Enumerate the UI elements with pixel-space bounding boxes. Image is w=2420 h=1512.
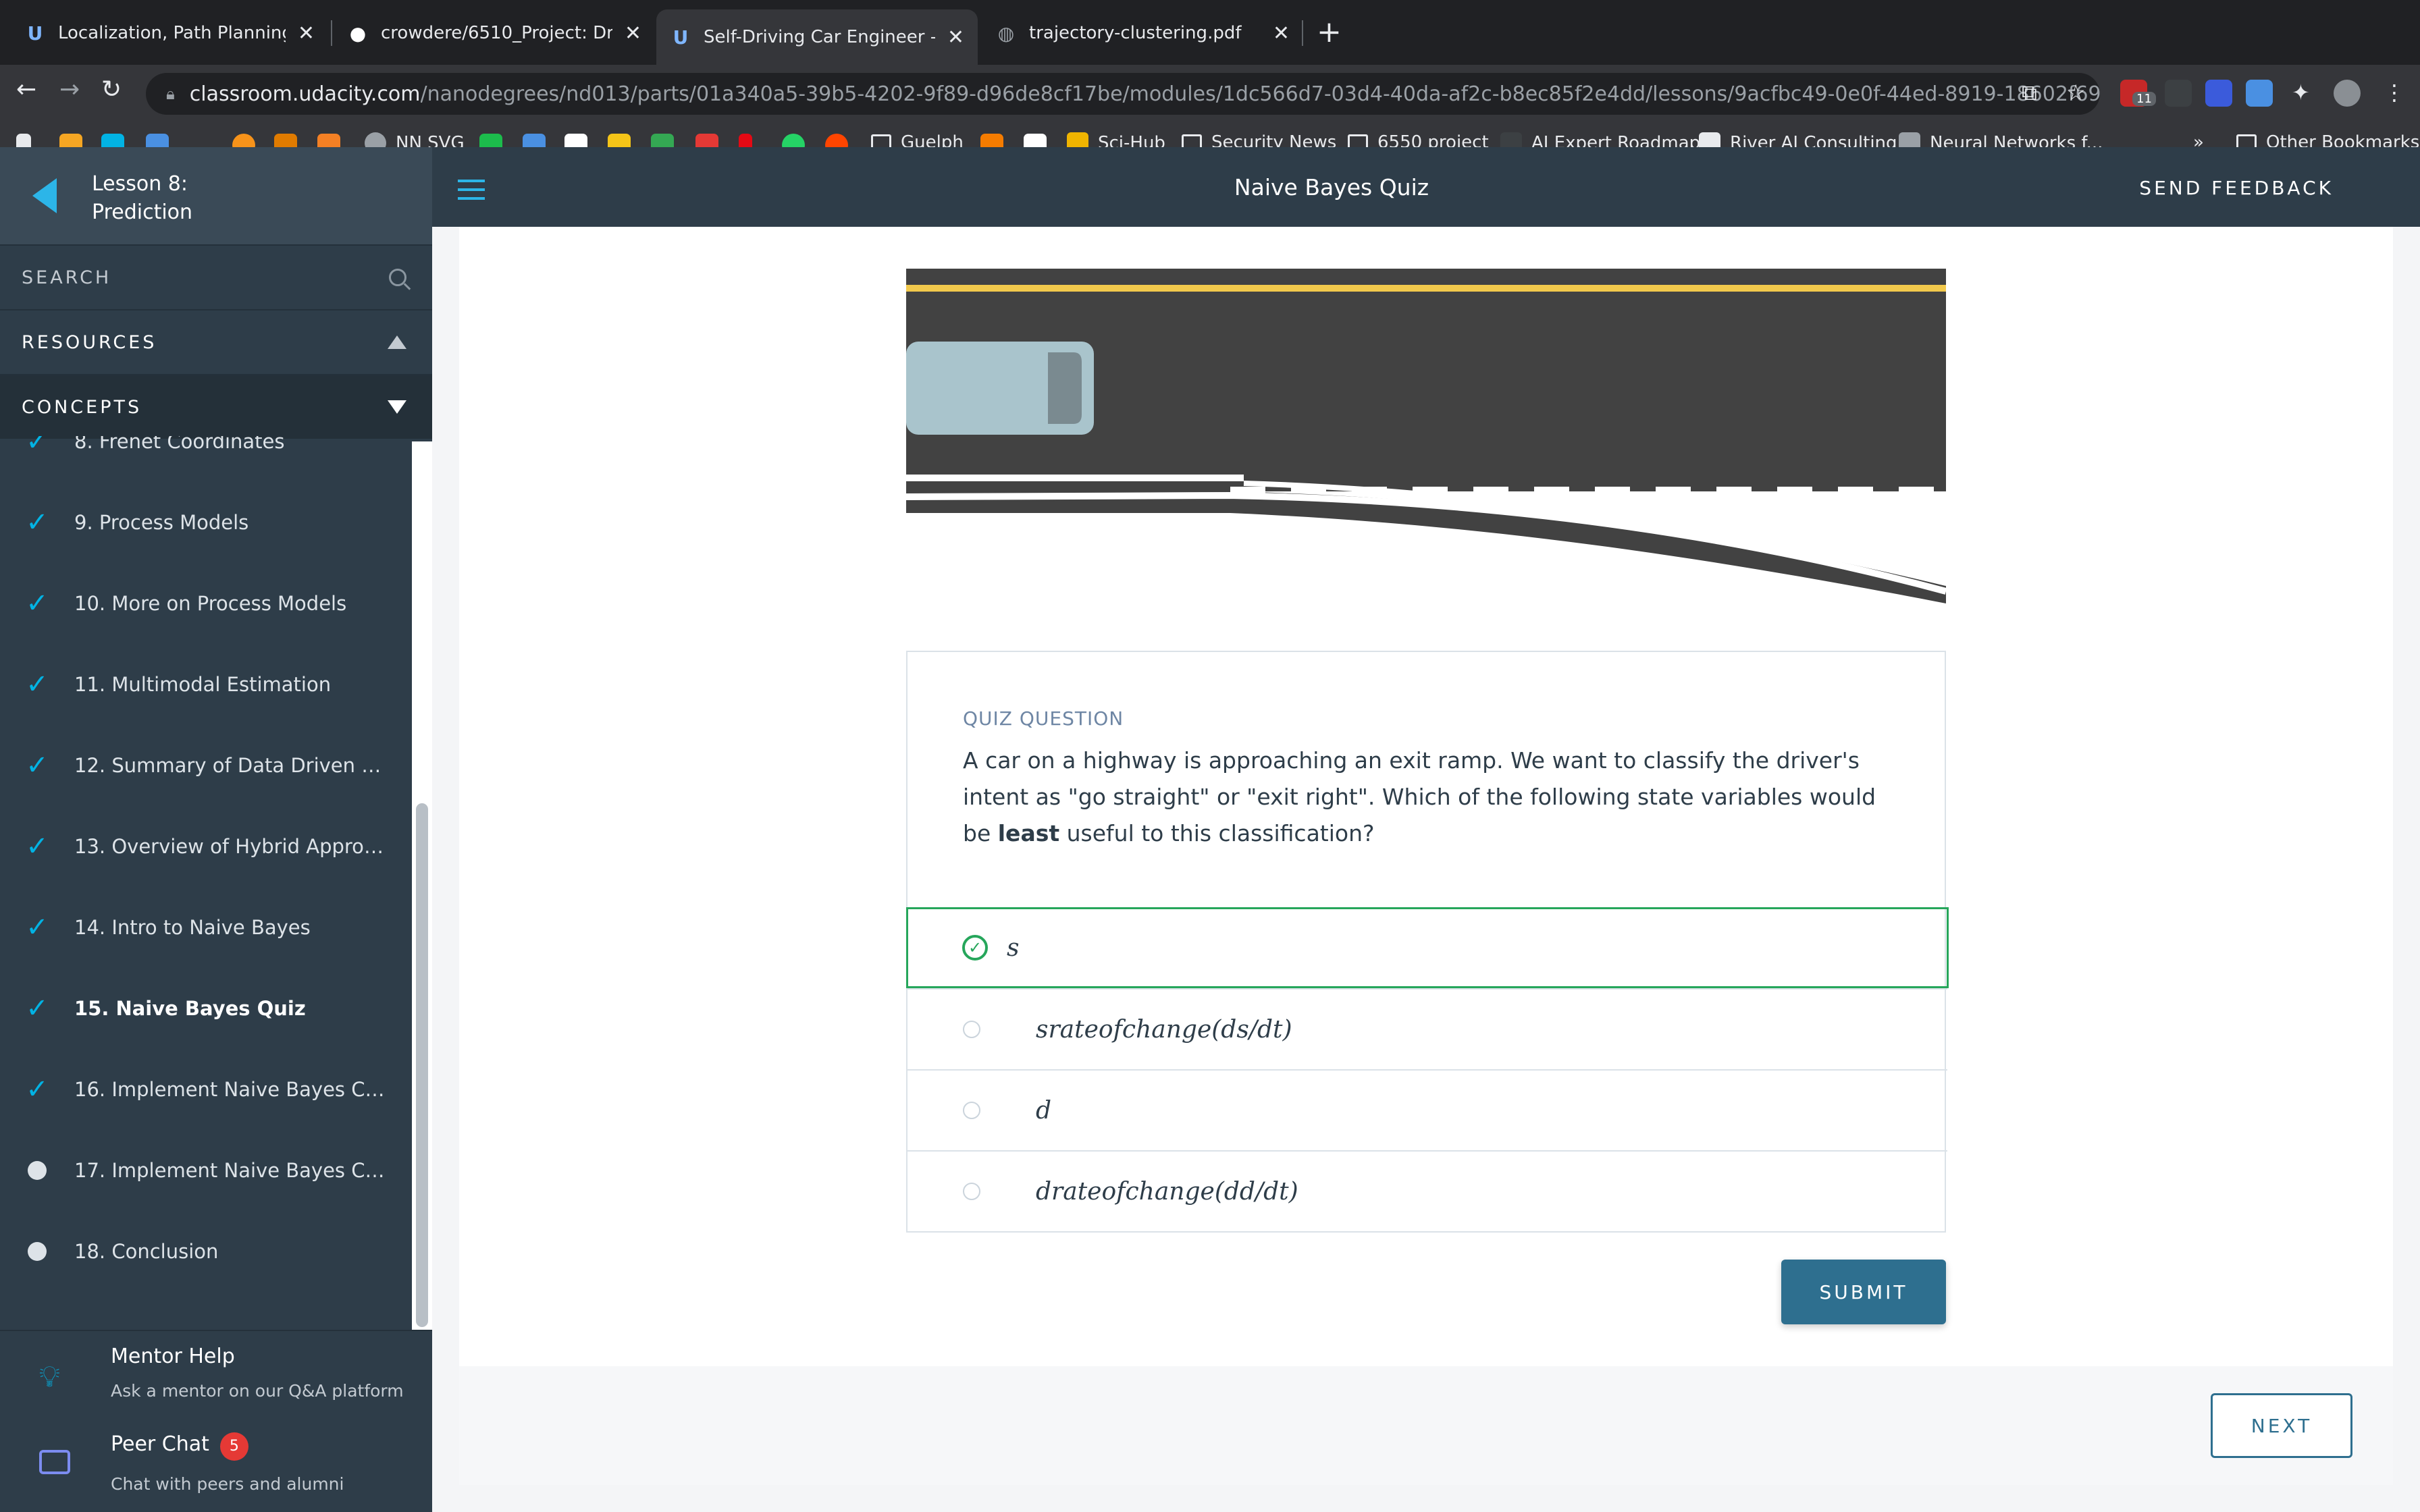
quiz-question-label: QUIZ QUESTION [963,707,1124,730]
quiz-card: QUIZ QUESTION A car on a highway is appr… [906,651,1949,1233]
chevron-down-icon[interactable] [388,400,406,414]
puzzle-icon[interactable]: ✦ [2292,80,2310,105]
peer-chat[interactable]: Peer Chat 5 Chat with peers and alumni [0,1420,432,1508]
chat-bubble-icon [39,1450,70,1474]
concept-item[interactable]: ✓ 13. Overview of Hybrid Approaches [0,806,412,887]
concept-item[interactable]: ✓ 10. More on Process Models [0,563,412,644]
lesson-header[interactable]: Lesson 8: Prediction [0,147,432,244]
close-icon[interactable]: ✕ [298,22,315,45]
more-menu-icon[interactable]: ⋮ [2384,80,2405,105]
extension-badge: 11 [2132,92,2156,106]
highway-exit-illustration [906,269,1946,603]
content-header: Naive Bayes Quiz SEND FEEDBACK [432,147,2420,227]
check-icon: ✓ [26,912,49,943]
browser-tab[interactable]: ● crowdere/6510_Project: Draft c ✕ [334,9,655,57]
url-host: classroom.udacity.com [189,82,421,106]
answer-option-selected[interactable]: ✓ s [906,907,1949,988]
incomplete-dot-icon [0,1242,74,1261]
lightbulb-icon: 💡︎ [39,1359,60,1394]
browser-tab-strip: U Localization, Path Planning, Co ✕ ● cr… [0,0,2420,65]
check-icon: ✓ [26,669,49,700]
avatar[interactable] [2334,80,2361,107]
concept-item[interactable]: ✓ 11. Multimodal Estimation [0,644,412,725]
concept-item[interactable]: ✓ 8. Frenet Coordinates [0,436,412,482]
extension-icon[interactable] [2246,80,2273,107]
concept-item[interactable]: ✓ 14. Intro to Naive Bayes [0,887,412,968]
classroom-sidebar: Lesson 8: Prediction SEARCH RESOURCES CO… [0,147,432,1512]
search-icon[interactable] [389,269,406,286]
check-icon: ✓ [26,436,49,457]
chevron-up-icon[interactable] [388,335,406,349]
check-icon: ✓ [26,507,49,538]
new-tab-icon[interactable]: + [1317,15,1342,49]
answer-option[interactable]: drateofchange(dd/dt) [908,1150,1947,1231]
close-icon[interactable]: ✕ [947,26,964,49]
answer-option[interactable]: srateofchange(ds/dt) [908,988,1947,1069]
sidebar-concepts[interactable]: CONCEPTS [0,374,432,439]
next-button[interactable]: NEXT [2211,1393,2352,1458]
back-icon[interactable]: ← [16,76,36,103]
incomplete-dot-icon [0,1161,74,1180]
browser-toolbar: ← → ↻ 🔒︎ classroom.udacity.com/nanodegre… [0,65,2420,123]
extension-icon[interactable] [2205,80,2232,107]
check-icon: ✓ [26,750,49,781]
browser-tab-active[interactable]: U Self-Driving Car Engineer - Ud ✕ [656,9,978,65]
radio-button[interactable] [963,1183,980,1200]
back-arrow-icon[interactable] [32,178,57,213]
address-bar[interactable]: 🔒︎ classroom.udacity.com/nanodegrees/nd0… [146,73,2100,115]
answer-option[interactable]: d [908,1069,1947,1150]
page-title: Naive Bayes Quiz [1234,174,1429,200]
tab-separator [331,20,332,46]
close-icon[interactable]: ✕ [1273,22,1290,45]
submit-button[interactable]: SUBMIT [1781,1260,1946,1324]
lesson-title: Lesson 8: Prediction [92,172,193,224]
concept-item[interactable]: 17. Implement Naive Bayes C++ (s... [0,1130,412,1211]
quiz-question-text: A car on a highway is approaching an exi… [963,747,1876,846]
lock-icon: 🔒︎ [166,84,175,103]
check-icon: ✓ [26,993,49,1024]
radio-button[interactable] [963,1102,980,1119]
check-icon: ✓ [26,1074,49,1105]
check-icon: ✓ [26,831,49,862]
url-path: /nanodegrees/nd013/parts/01a340a5-39b5-4… [420,82,2100,106]
tab-title: crowdere/6510_Project: Draft c [381,23,612,43]
send-feedback-button[interactable]: SEND FEEDBACK [2139,177,2334,199]
tab-title: trajectory-clustering.pdf [1029,23,1242,43]
reload-icon[interactable]: ↻ [101,76,122,103]
udacity-icon: U [673,26,689,49]
globe-icon: ◍ [997,22,1015,45]
concept-item[interactable]: ✓ 12. Summary of Data Driven and ... [0,725,412,806]
star-icon[interactable]: ☆ [2066,80,2086,105]
tab-title: Localization, Path Planning, Co [58,23,286,43]
browser-tab[interactable]: U Localization, Path Planning, Co ✕ [11,9,328,57]
tab-separator [1302,20,1303,46]
sidebar-resources[interactable]: RESOURCES [0,309,432,374]
concept-item[interactable]: ✓ 16. Implement Naive Bayes C++ [0,1049,412,1130]
sidebar-search[interactable]: SEARCH [0,244,432,309]
github-icon: ● [349,22,367,45]
concept-item-current[interactable]: ✓ 15. Naive Bayes Quiz [0,968,412,1049]
concepts-list: ✓ 8. Frenet Coordinates ✓ 9. Process Model… [0,436,412,1327]
check-icon: ✓ [26,588,49,619]
sidebar-scrollbar-thumb[interactable] [416,803,428,1327]
concept-item[interactable]: ✓ 9. Process Models [0,482,412,563]
extension-icon[interactable] [2165,80,2192,107]
sidebar-footer: 💡︎ Mentor Help Ask a mentor on our Q&A p… [0,1330,432,1512]
mentor-help[interactable]: 💡︎ Mentor Help Ask a mentor on our Q&A p… [0,1331,432,1419]
forward-icon[interactable]: → [59,76,80,103]
concept-item[interactable]: 18. Conclusion [0,1211,412,1292]
notification-badge: 5 [219,1432,248,1461]
udacity-icon: U [27,22,43,45]
browser-tab[interactable]: ◍ trajectory-clustering.pdf ✕ [982,9,1303,57]
open-external-icon[interactable]: ⧉ [2022,80,2037,106]
content-footer [459,1366,2393,1485]
close-icon[interactable]: ✕ [625,22,641,45]
tab-title: Self-Driving Car Engineer - Ud [704,27,935,47]
radio-button[interactable] [963,1021,980,1038]
check-circle-icon: ✓ [962,935,988,961]
